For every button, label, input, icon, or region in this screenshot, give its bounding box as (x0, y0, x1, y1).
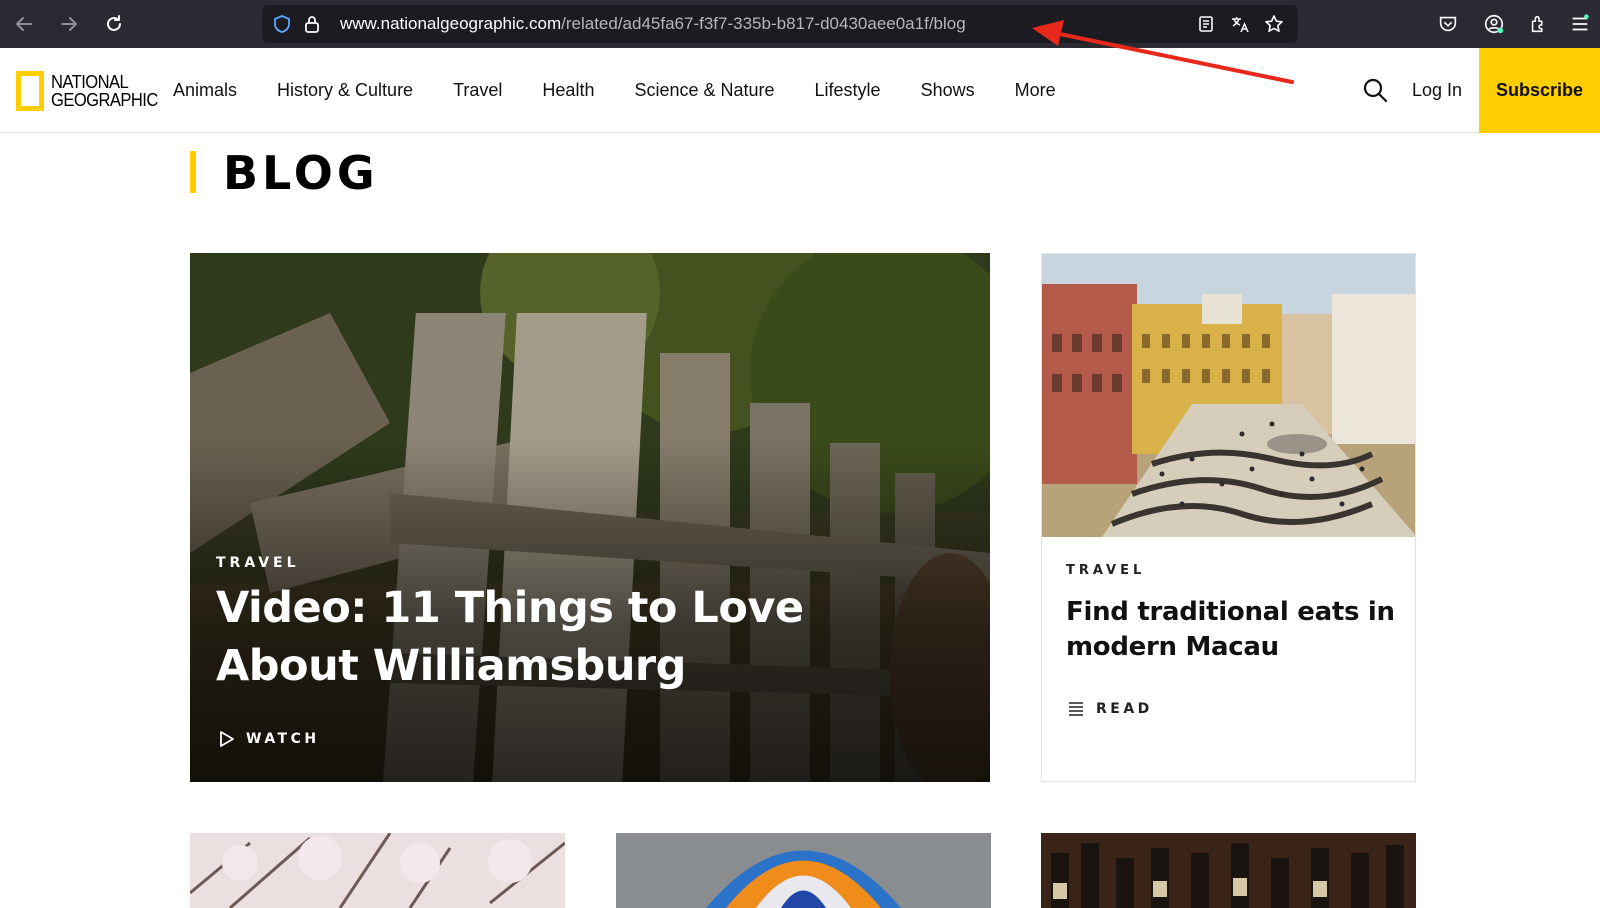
account-icon (1484, 14, 1504, 34)
blog-title-accent (190, 151, 196, 193)
page-title: BLOG (223, 146, 379, 200)
nav-science-nature[interactable]: Science & Nature (634, 80, 774, 101)
article-photo-macau (1042, 254, 1415, 537)
article-card[interactable]: TRAVEL Find traditional eats in modern M… (1041, 253, 1416, 782)
pocket-icon (1439, 16, 1457, 32)
card-thumbnail-blossoms[interactable] (190, 833, 565, 908)
card-thumbnail-wine[interactable] (1041, 833, 1416, 908)
reload-button[interactable] (100, 10, 128, 38)
logo-line-2: GEOGRAPHIC (51, 90, 158, 110)
feature-card[interactable]: TRAVEL Video: 11 Things to Love About Wi… (190, 253, 990, 782)
forward-arrow-icon (61, 17, 77, 31)
logo-line-1: NATIONAL (51, 72, 129, 92)
app-menu-button[interactable] (1568, 12, 1592, 36)
nav-travel[interactable]: Travel (453, 80, 502, 101)
reload-icon (107, 15, 121, 31)
url-text[interactable]: www.nationalgeographic.com/related/ad45f… (340, 5, 966, 43)
article-read-cta[interactable]: READ (1068, 701, 1153, 717)
extensions-button[interactable] (1527, 12, 1551, 36)
annotation-arrow (1032, 20, 1294, 84)
nav-lifestyle[interactable]: Lifestyle (815, 80, 881, 101)
feature-kicker[interactable]: TRAVEL (216, 555, 300, 571)
nav-shows[interactable]: Shows (921, 80, 975, 101)
feature-headline[interactable]: Video: 11 Things to Love About Williamsb… (216, 579, 956, 695)
feature-gradient-overlay (190, 253, 990, 782)
wine-photo (1041, 833, 1416, 908)
url-path: /related/ad45fa67-f3f7-335b-b817-d0430ae… (561, 14, 966, 33)
carnival-photo (616, 833, 991, 908)
site-header: NATIONAL GEOGRAPHIC Animals History & Cu… (0, 48, 1600, 133)
pocket-button[interactable] (1436, 12, 1460, 36)
search-icon[interactable] (1362, 77, 1388, 103)
lock-icon[interactable] (302, 14, 322, 34)
nav-animals[interactable]: Animals (173, 80, 237, 101)
article-headline[interactable]: Find traditional eats in modern Macau (1066, 595, 1396, 665)
forward-button[interactable] (55, 10, 83, 38)
feature-cta-label: WATCH (246, 731, 320, 747)
nav-history-culture[interactable]: History & Culture (277, 80, 413, 101)
article-lines-icon (1069, 702, 1083, 716)
card-thumbnail-carnival[interactable] (616, 833, 991, 908)
natgeo-logo[interactable]: NATIONAL GEOGRAPHIC (16, 70, 167, 112)
extensions-icon (1531, 15, 1543, 33)
back-arrow-icon (16, 17, 32, 31)
browser-toolbar: www.nationalgeographic.com/related/ad45f… (0, 0, 1600, 48)
menu-icon (1572, 14, 1589, 31)
article-cta-label: READ (1096, 701, 1153, 717)
play-icon (220, 731, 234, 747)
account-button[interactable] (1482, 12, 1506, 36)
back-button[interactable] (10, 10, 38, 38)
article-kicker[interactable]: TRAVEL (1066, 563, 1145, 578)
subscribe-button[interactable]: Subscribe (1479, 48, 1600, 133)
login-link[interactable]: Log In (1412, 48, 1462, 133)
main-nav: Animals History & Culture Travel Health … (173, 48, 1096, 133)
url-host: www.nationalgeographic.com (340, 14, 562, 33)
feature-watch-cta[interactable]: WATCH (218, 730, 320, 748)
logo-yellow-border (16, 71, 44, 111)
logo-wordmark: NATIONAL GEOGRAPHIC (51, 73, 158, 109)
shield-icon[interactable] (272, 14, 292, 34)
blossom-photo (190, 833, 565, 908)
nav-health[interactable]: Health (542, 80, 594, 101)
